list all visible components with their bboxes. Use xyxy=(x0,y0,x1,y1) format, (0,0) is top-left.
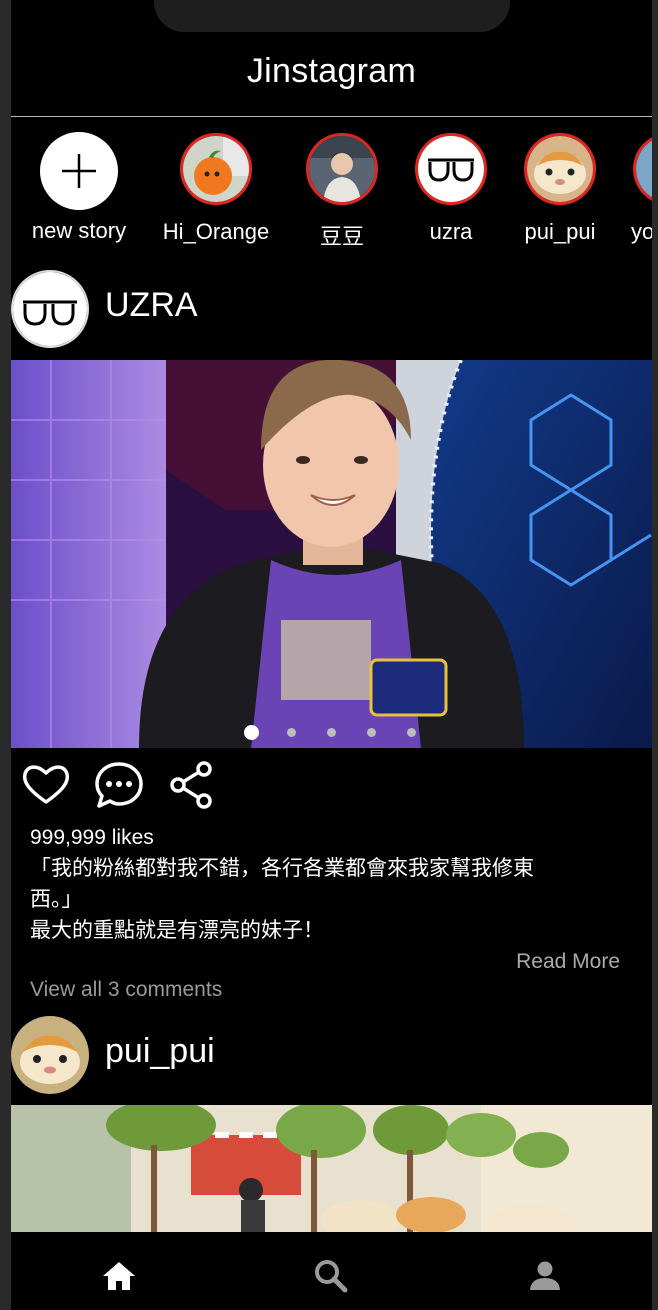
story-hi-orange[interactable]: Hi_Orange xyxy=(163,133,269,244)
post-username[interactable]: pui_pui xyxy=(105,1032,215,1071)
post-photo xyxy=(11,1105,652,1232)
plus-icon xyxy=(62,154,96,188)
story-avatar[interactable] xyxy=(524,133,596,205)
post-header: pui_pui xyxy=(11,1016,652,1096)
tab-search[interactable] xyxy=(311,1256,351,1296)
device-notch xyxy=(154,0,510,32)
story-label: yo xyxy=(631,219,652,244)
search-icon xyxy=(315,1260,348,1293)
post-header: UZRA xyxy=(11,270,652,350)
post-image[interactable] xyxy=(11,1105,652,1232)
view-comments-link[interactable]: View all 3 comments xyxy=(30,978,222,1002)
carousel-indicator xyxy=(11,724,652,740)
carousel-dot[interactable] xyxy=(407,728,416,737)
story-avatar[interactable] xyxy=(180,133,252,205)
carousel-dot[interactable] xyxy=(327,728,336,737)
stories-row[interactable]: new story Hi_Orange 豆豆 uzra pui_pui yo xyxy=(11,130,652,250)
story-new-story[interactable]: new story xyxy=(32,132,126,243)
phone-screen: Jinstagram new story Hi_Orange 豆豆 uzra p… xyxy=(11,0,652,1310)
story-yo[interactable]: yo xyxy=(631,133,652,244)
post-username[interactable]: UZRA xyxy=(105,286,198,325)
story-avatar-image xyxy=(636,136,652,202)
caption-line: 西。」 xyxy=(30,887,83,911)
post-photo xyxy=(11,360,652,748)
person-photo-avatar xyxy=(309,136,375,202)
story-label: pui_pui xyxy=(524,219,596,244)
story-label: new story xyxy=(31,218,127,243)
glasses-eyes-avatar xyxy=(418,136,484,202)
post-image-carousel[interactable] xyxy=(11,360,652,748)
story-avatar[interactable] xyxy=(633,133,652,205)
profile-icon xyxy=(530,1261,560,1290)
story-avatar[interactable] xyxy=(415,133,487,205)
guinea-pig-avatar xyxy=(11,1016,89,1094)
post-avatar[interactable] xyxy=(11,1016,89,1094)
carousel-dot[interactable] xyxy=(367,728,376,737)
share-button[interactable] xyxy=(167,760,217,810)
story-avatar[interactable] xyxy=(306,133,378,205)
post-caption: 「我的粉絲都對我不錯，各行各業都會來我家幫我修東 西。」 最大的重點就是有漂亮的… xyxy=(30,853,590,946)
story-uzra[interactable]: uzra xyxy=(415,133,487,244)
glasses-eyes-avatar xyxy=(13,272,87,346)
add-story-button[interactable] xyxy=(40,132,118,210)
story-doudou[interactable]: 豆豆 xyxy=(306,133,378,249)
carousel-dot[interactable] xyxy=(287,728,296,737)
comment-bubble-icon xyxy=(95,762,143,808)
header-divider xyxy=(11,116,652,117)
share-icon xyxy=(170,761,212,809)
read-more-link[interactable]: Read More xyxy=(516,950,620,974)
caption-line: 最大的重點就是有漂亮的妹子！ xyxy=(30,918,324,942)
likes-count: 999,999 likes xyxy=(30,826,154,849)
bottom-tab-bar xyxy=(11,1232,652,1310)
post-avatar[interactable] xyxy=(11,270,89,348)
guinea-pig-avatar xyxy=(527,136,593,202)
story-pui-pui[interactable]: pui_pui xyxy=(524,133,596,244)
caption-line: 「我的粉絲都對我不錯，各行各業都會來我家幫我修東 xyxy=(30,856,534,880)
like-button[interactable] xyxy=(21,760,71,810)
tab-home[interactable] xyxy=(99,1256,139,1296)
tab-profile[interactable] xyxy=(525,1256,565,1296)
heart-icon xyxy=(22,765,70,804)
app-title: Jinstagram xyxy=(246,52,417,90)
orange-character-avatar xyxy=(183,136,249,202)
comment-button[interactable] xyxy=(94,760,144,810)
carousel-dot-active[interactable] xyxy=(244,725,259,740)
home-icon xyxy=(103,1262,135,1290)
